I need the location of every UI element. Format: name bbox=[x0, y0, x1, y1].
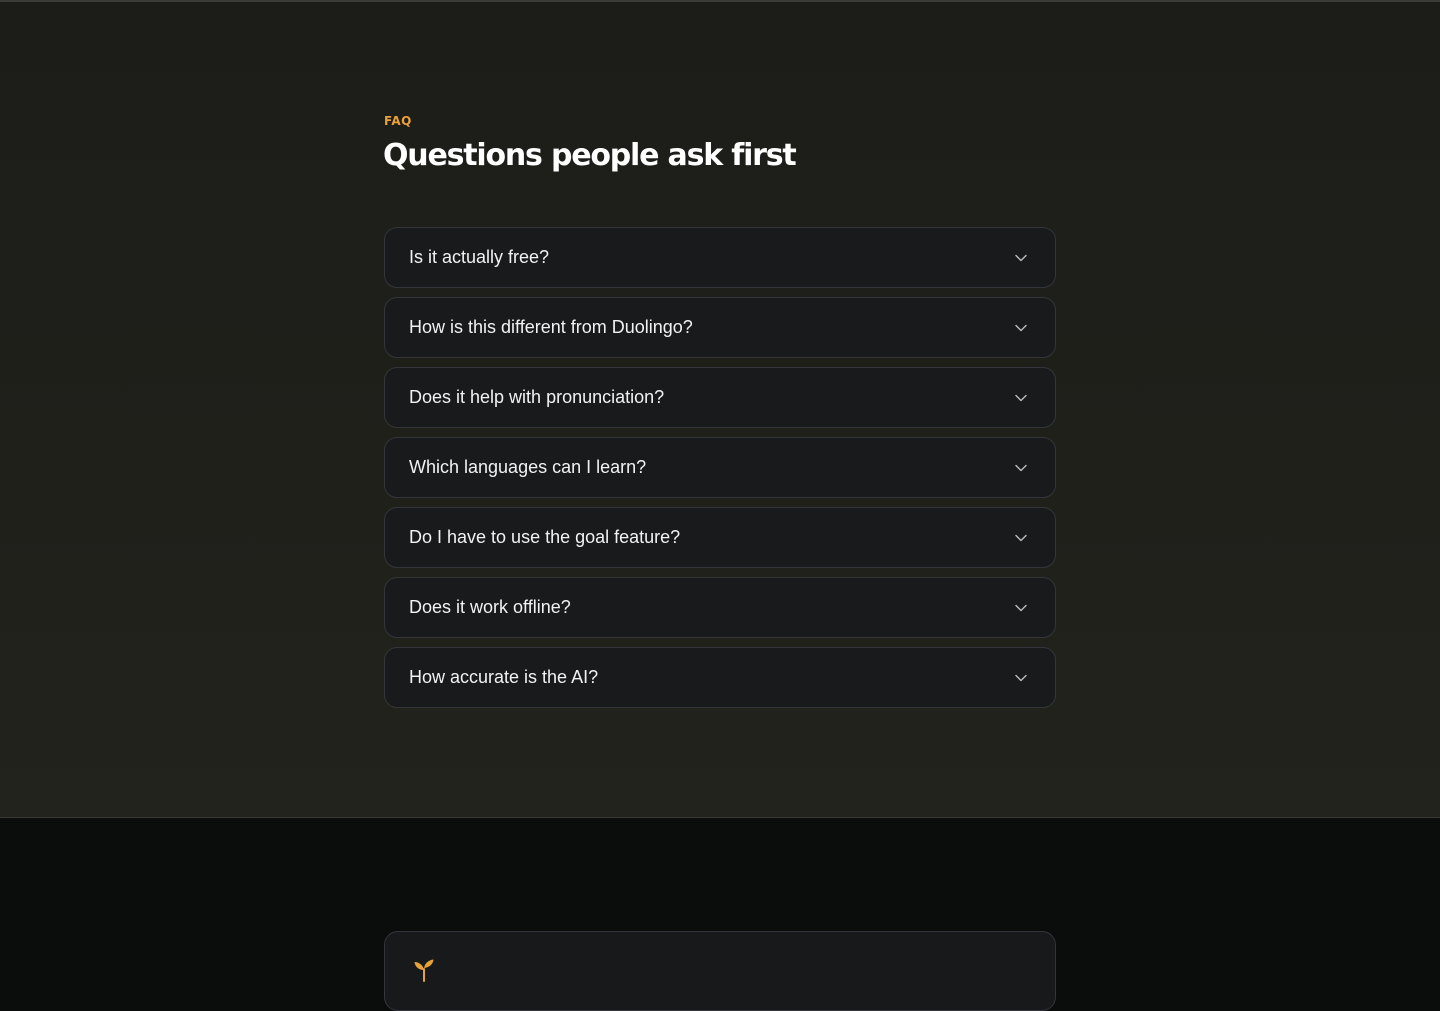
chevron-down-icon bbox=[1014, 251, 1028, 265]
cta-card bbox=[384, 931, 1056, 1011]
faq-question: How is this different from Duolingo? bbox=[409, 317, 693, 337]
chevron-down-icon bbox=[1014, 531, 1028, 545]
chevron-down-icon bbox=[1014, 321, 1028, 335]
faq-item-pronunciation[interactable]: Does it help with pronunciation? bbox=[384, 367, 1056, 428]
faq-question: Is it actually free? bbox=[409, 247, 550, 267]
faq-item-offline[interactable]: Does it work offline? bbox=[384, 577, 1056, 638]
chevron-down-icon bbox=[1014, 671, 1028, 685]
chevron-down-icon bbox=[1014, 461, 1028, 475]
faq-eyebrow: FAQ bbox=[384, 114, 412, 128]
faq-item-goal-feature[interactable]: Do I have to use the goal feature? bbox=[384, 507, 1056, 568]
chevron-down-icon bbox=[1014, 601, 1028, 615]
faq-question: Which languages can I learn? bbox=[409, 457, 647, 477]
sprout-icon bbox=[413, 958, 435, 982]
faq-item-languages[interactable]: Which languages can I learn? bbox=[384, 437, 1056, 498]
faq-question: Do I have to use the goal feature? bbox=[409, 527, 681, 547]
faq-section: FAQ Questions people ask first Is it act… bbox=[0, 0, 1440, 818]
cta-section bbox=[0, 819, 1440, 1011]
chevron-down-icon bbox=[1014, 391, 1028, 405]
faq-question: How accurate is the AI? bbox=[409, 667, 599, 687]
faq-item-duolingo[interactable]: How is this different from Duolingo? bbox=[384, 297, 1056, 358]
faq-list: Is it actually free? How is this differe… bbox=[384, 227, 1056, 717]
faq-question: Does it work offline? bbox=[409, 597, 571, 617]
faq-question: Does it help with pronunciation? bbox=[409, 387, 665, 407]
faq-item-free[interactable]: Is it actually free? bbox=[384, 227, 1056, 288]
faq-item-ai-accuracy[interactable]: How accurate is the AI? bbox=[384, 647, 1056, 708]
faq-title: Questions people ask first bbox=[383, 138, 797, 173]
